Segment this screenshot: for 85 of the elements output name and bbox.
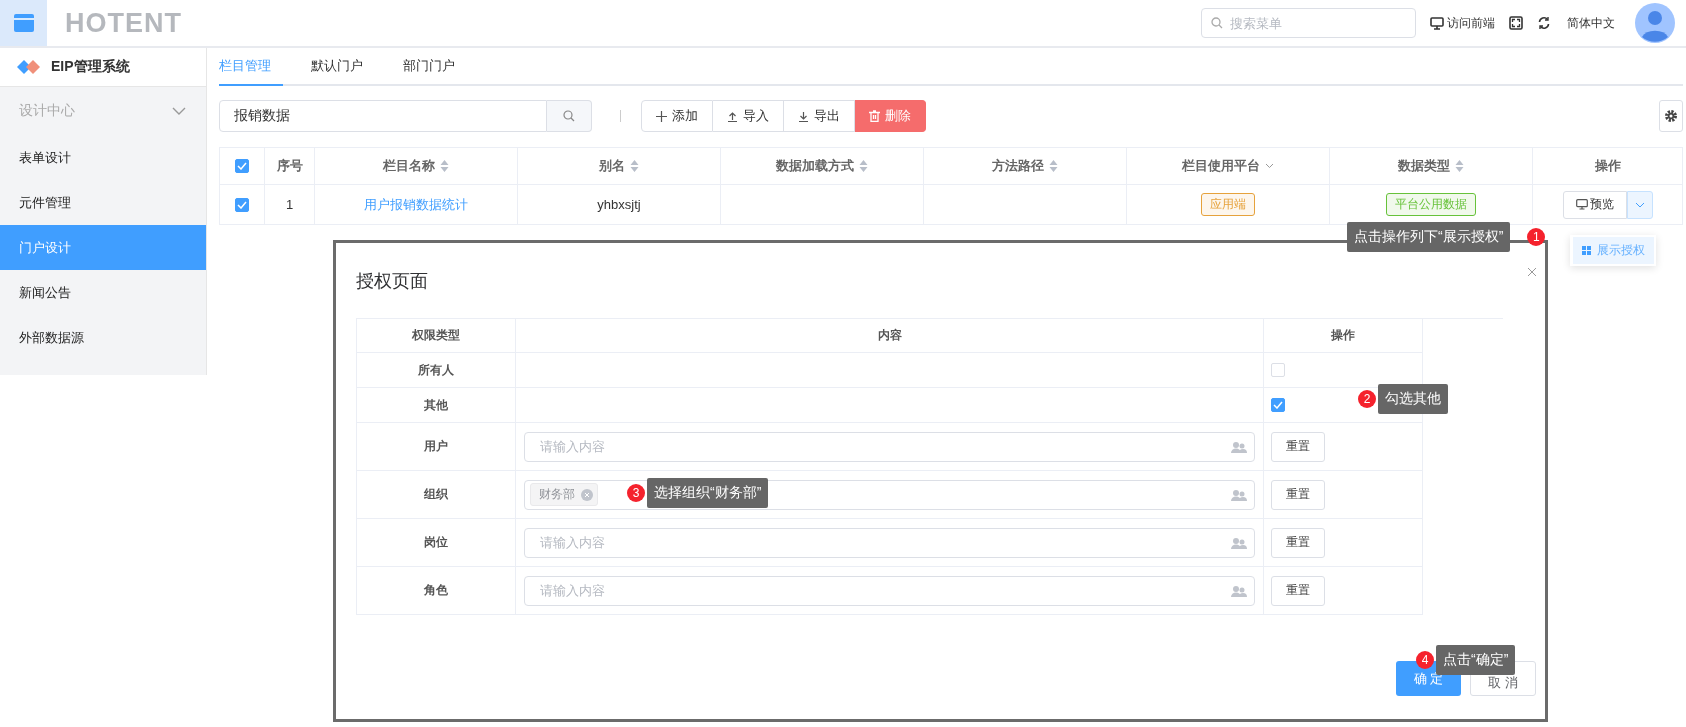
platform-tag: 应用端 (1201, 193, 1255, 216)
tab[interactable]: 默认门户 (311, 48, 375, 86)
reset-button[interactable]: 重置 (1271, 431, 1325, 462)
reset-button[interactable]: 重置 (1271, 575, 1325, 606)
avatar[interactable] (1635, 3, 1675, 43)
dialog-title: 授权页面 (356, 269, 428, 293)
sidebar-item[interactable]: 元件管理 (0, 180, 206, 225)
step-badge: 1 (1527, 228, 1546, 246)
preview-button[interactable]: 预览 (1562, 190, 1627, 219)
plus-icon (656, 110, 667, 122)
sort-icon[interactable] (1455, 160, 1464, 172)
menu-icon (13, 14, 34, 32)
search-icon (1211, 17, 1223, 29)
upload-icon (727, 110, 738, 122)
picker-field[interactable]: 请输入内容 (524, 527, 1255, 558)
column-header: 栏目名称 (383, 157, 435, 175)
picker-field[interactable]: 请输入内容 (524, 431, 1255, 462)
logo: HOTENT (65, 7, 182, 39)
users-icon[interactable] (1231, 536, 1247, 550)
step-tooltip: 点击“确定” (1436, 645, 1516, 675)
sort-icon[interactable] (630, 160, 639, 172)
sidebar-item[interactable]: 外部数据源 (0, 315, 206, 360)
search-field[interactable]: 搜索菜单 (1201, 8, 1416, 38)
search-icon (563, 110, 575, 122)
table-cell: 角色 (424, 582, 448, 599)
step-tooltip: 点击操作列下“展示授权” (1347, 222, 1511, 252)
fullscreen-icon[interactable] (1509, 16, 1523, 30)
settings-icon (1664, 109, 1678, 123)
sort-icon[interactable] (440, 160, 449, 172)
table-cell: 组织 (424, 486, 448, 503)
trash-icon (869, 110, 880, 122)
reset-button[interactable]: 重置 (1271, 527, 1325, 558)
logo-icon (17, 59, 41, 75)
users-icon[interactable] (1231, 584, 1247, 598)
monitor-icon (1430, 16, 1444, 30)
refresh-icon[interactable] (1537, 16, 1551, 30)
dropdown-button[interactable] (1626, 190, 1653, 219)
users-icon[interactable] (1231, 488, 1247, 502)
column-header: 别名 (599, 157, 625, 175)
table-cell: 用户 (424, 438, 448, 455)
picker-field[interactable]: 请输入内容 (524, 575, 1255, 606)
column-header: 栏目使用平台 (1182, 157, 1260, 175)
column-header: 数据类型 (1398, 157, 1450, 175)
row-checkbox[interactable] (235, 197, 249, 212)
sidebar-item[interactable]: 表单设计 (0, 135, 206, 180)
data-type-tag: 平台公用数据 (1386, 193, 1476, 216)
column-header: 序号 (276, 157, 303, 175)
checkbox[interactable] (1271, 398, 1285, 412)
column-header: 数据加载方式 (776, 157, 854, 175)
sidebar-item[interactable]: 新闻公告 (0, 270, 206, 315)
search-field[interactable]: 报销数据 (219, 100, 547, 132)
table-cell: 所有人 (418, 361, 454, 379)
column-header: 内容 (877, 327, 902, 344)
sort-icon[interactable] (1049, 160, 1058, 172)
menu-button[interactable] (0, 0, 47, 46)
column-header: 操作 (1331, 327, 1355, 344)
reset-button[interactable]: 重置 (1271, 479, 1325, 510)
add-button[interactable]: 添加 (641, 100, 713, 132)
table-cell: 1 (285, 197, 294, 212)
language-link[interactable]: 简体中文 (1567, 14, 1615, 32)
step-tooltip: 勾选其他 (1378, 384, 1448, 414)
close-icon[interactable] (1527, 266, 1537, 277)
remove-icon[interactable] (581, 488, 593, 501)
tab[interactable]: 部门门户 (403, 48, 467, 86)
users-icon[interactable] (1231, 440, 1247, 454)
export-button[interactable]: 导出 (784, 100, 855, 132)
select-all-checkbox[interactable] (235, 159, 249, 173)
search-button[interactable] (547, 100, 592, 132)
download-icon (798, 110, 809, 122)
settings-button[interactable] (1659, 100, 1683, 132)
column-header: 权限类型 (412, 327, 460, 344)
sort-icon[interactable] (859, 160, 868, 172)
table-cell: yhbxsjtj (597, 197, 641, 212)
chevron-icon[interactable] (1265, 163, 1274, 169)
import-button[interactable]: 导入 (713, 100, 784, 132)
column-header: 操作 (1594, 157, 1621, 175)
monitor-icon (1575, 199, 1588, 210)
chevron-icon (1634, 201, 1645, 208)
step-tooltip: 选择组织“财务部” (647, 478, 769, 508)
front-link[interactable]: 访问前端 (1430, 14, 1495, 32)
system-title: EIP管理系统 (51, 58, 130, 76)
table-cell: 其他 (424, 396, 448, 414)
grid-icon (1581, 246, 1591, 255)
column-header: 方法路径 (992, 157, 1044, 175)
table-cell: 岗位 (424, 534, 448, 551)
